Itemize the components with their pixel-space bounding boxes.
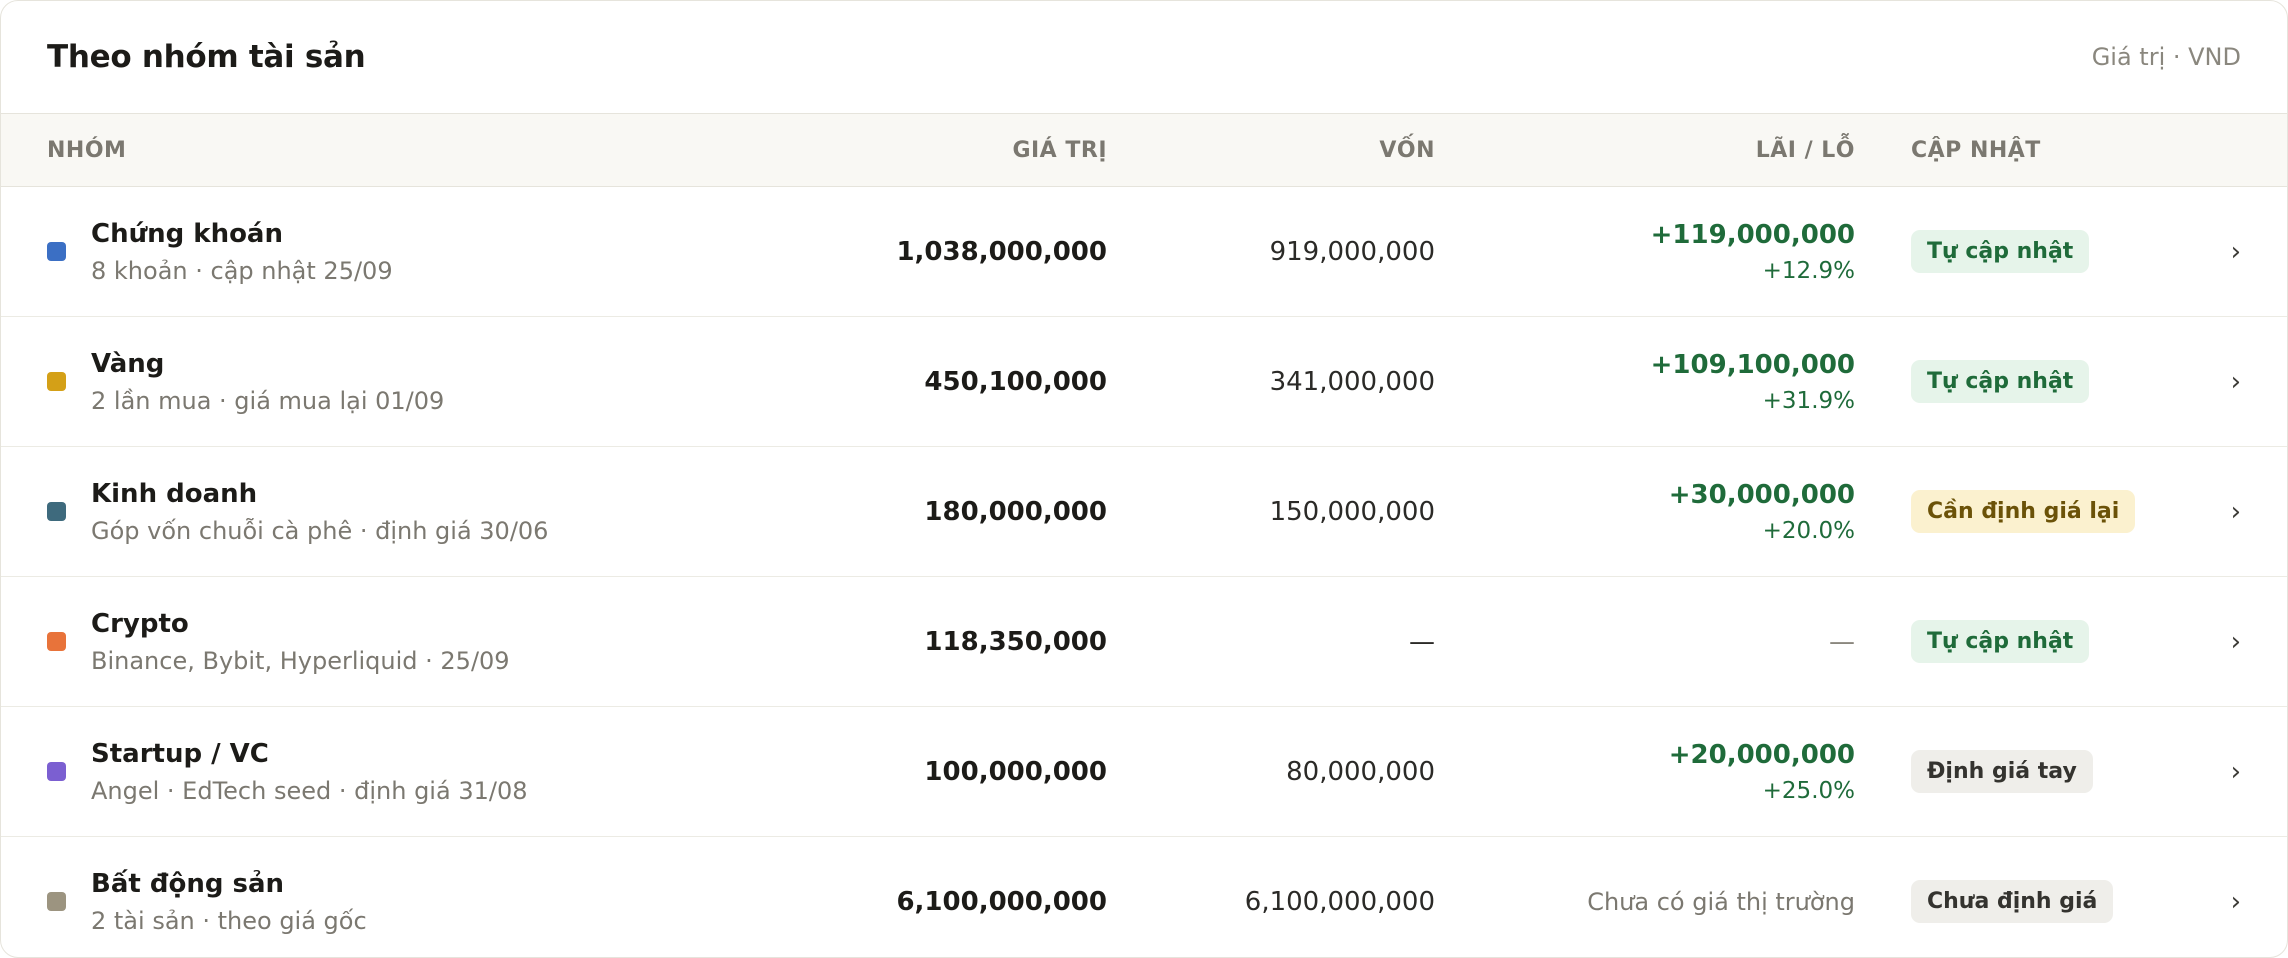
status-badge: Tự cập nhật [1911,360,2090,403]
table-body: Chứng khoán 8 khoản · cập nhật 25/09 1,0… [1,187,2287,957]
value-cell: 450,100,000 [924,366,1107,397]
status-cell: Cần định giá lại [1855,490,2195,533]
card-header: Theo nhóm tài sản Giá trị · VND [1,1,2287,114]
capital-cell: 80,000,000 [1286,756,1435,787]
table-row-securities[interactable]: Chứng khoán 8 khoản · cập nhật 25/09 1,0… [1,187,2287,317]
value-cell: 180,000,000 [924,496,1107,527]
group-subtitle: 8 khoản · cập nhật 25/09 [91,256,393,285]
group-cell: Bất động sản 2 tài sản · theo giá gốc [47,869,767,935]
table-header: NHÓM GIÁ TRỊ VỐN LÃI / LỖ CẬP NHẬT [1,114,2287,187]
profit-loss-cell: +30,000,000 +20.0% [1435,480,1855,544]
group-name: Bất động sản [91,868,285,899]
value-unit-label: Giá trị · VND [2091,43,2241,71]
chevron-right-icon[interactable]: › [2195,887,2241,917]
group-cell: Vàng 2 lần mua · giá mua lại 01/09 [47,349,767,415]
value-cell: 1,038,000,000 [896,236,1107,267]
profit-loss-percent: +20.0% [1762,517,1855,544]
group-cell: Chứng khoán 8 khoản · cập nhật 25/09 [47,219,767,285]
value-cell: 100,000,000 [924,756,1107,787]
column-header-pl: LÃI / LỖ [1755,137,1855,163]
profit-loss-amount: +30,000,000 [1668,479,1855,510]
profit-loss-percent: +31.9% [1762,387,1855,414]
chevron-right-icon[interactable]: › [2195,367,2241,397]
group-name: Crypto [91,608,189,639]
column-header-status: CẬP NHẬT [1911,137,2041,163]
table-row-real-estate[interactable]: Bất động sản 2 tài sản · theo giá gốc 6,… [1,837,2287,957]
group-subtitle: Angel · EdTech seed · định giá 31/08 [91,776,528,805]
capital-cell: 6,100,000,000 [1244,886,1435,917]
card-title: Theo nhóm tài sản [47,39,366,75]
group-cell: Crypto Binance, Bybit, Hyperliquid · 25/… [47,609,767,675]
table-row-business[interactable]: Kinh doanh Góp vốn chuỗi cà phê · định g… [1,447,2287,577]
group-subtitle: 2 tài sản · theo giá gốc [91,906,367,935]
profit-loss-empty: — [1829,626,1855,657]
group-name: Vàng [91,348,165,379]
column-header-value: GIÁ TRỊ [1012,137,1107,163]
chevron-right-icon[interactable]: › [2195,757,2241,787]
capital-cell: — [1409,626,1435,657]
status-badge: Cần định giá lại [1911,490,2136,533]
group-color-swatch [47,242,66,261]
group-color-swatch [47,372,66,391]
group-subtitle: Góp vốn chuỗi cà phê · định giá 30/06 [91,516,549,545]
column-header-capital: VỐN [1379,137,1435,163]
profit-loss-cell: Chưa có giá thị trường [1435,888,1855,916]
group-color-swatch [47,892,66,911]
profit-loss-cell: +20,000,000 +25.0% [1435,740,1855,804]
capital-cell: 341,000,000 [1269,366,1435,397]
status-cell: Định giá tay [1855,750,2195,793]
status-cell: Tự cập nhật [1855,230,2195,273]
value-cell: 118,350,000 [924,626,1107,657]
chevron-right-icon[interactable]: › [2195,237,2241,267]
group-cell: Kinh doanh Góp vốn chuỗi cà phê · định g… [47,479,767,545]
profit-loss-cell: — [1435,627,1855,657]
profit-loss-amount: +109,100,000 [1650,349,1855,380]
status-badge: Tự cập nhật [1911,620,2090,663]
status-cell: Tự cập nhật [1855,360,2195,403]
group-color-swatch [47,502,66,521]
table-row-gold[interactable]: Vàng 2 lần mua · giá mua lại 01/09 450,1… [1,317,2287,447]
status-cell: Chưa định giá [1855,880,2195,923]
asset-group-card: Theo nhóm tài sản Giá trị · VND NHÓM GIÁ… [0,0,2288,958]
profit-loss-cell: +119,000,000 +12.9% [1435,220,1855,284]
profit-loss-percent: +25.0% [1762,777,1855,804]
profit-loss-cell: +109,100,000 +31.9% [1435,350,1855,414]
capital-cell: 919,000,000 [1269,236,1435,267]
status-badge: Tự cập nhật [1911,230,2090,273]
profit-loss-amount: +20,000,000 [1668,739,1855,770]
chevron-right-icon[interactable]: › [2195,497,2241,527]
status-cell: Tự cập nhật [1855,620,2195,663]
table-row-startup-vc[interactable]: Startup / VC Angel · EdTech seed · định … [1,707,2287,837]
group-cell: Startup / VC Angel · EdTech seed · định … [47,739,767,805]
chevron-right-icon[interactable]: › [2195,627,2241,657]
group-name: Kinh doanh [91,478,258,509]
status-badge: Chưa định giá [1911,880,2114,923]
profit-loss-amount: +119,000,000 [1650,219,1855,250]
group-color-swatch [47,762,66,781]
profit-loss-percent: +12.9% [1762,257,1855,284]
table-row-crypto[interactable]: Crypto Binance, Bybit, Hyperliquid · 25/… [1,577,2287,707]
capital-cell: 150,000,000 [1269,496,1435,527]
group-subtitle: Binance, Bybit, Hyperliquid · 25/09 [91,646,510,675]
status-badge: Định giá tay [1911,750,2093,793]
group-name: Startup / VC [91,738,269,769]
group-name: Chứng khoán [91,218,283,249]
profit-loss-note: Chưa có giá thị trường [1587,887,1855,916]
group-color-swatch [47,632,66,651]
value-cell: 6,100,000,000 [896,886,1107,917]
group-subtitle: 2 lần mua · giá mua lại 01/09 [91,386,445,415]
column-header-group: NHÓM [47,137,127,163]
